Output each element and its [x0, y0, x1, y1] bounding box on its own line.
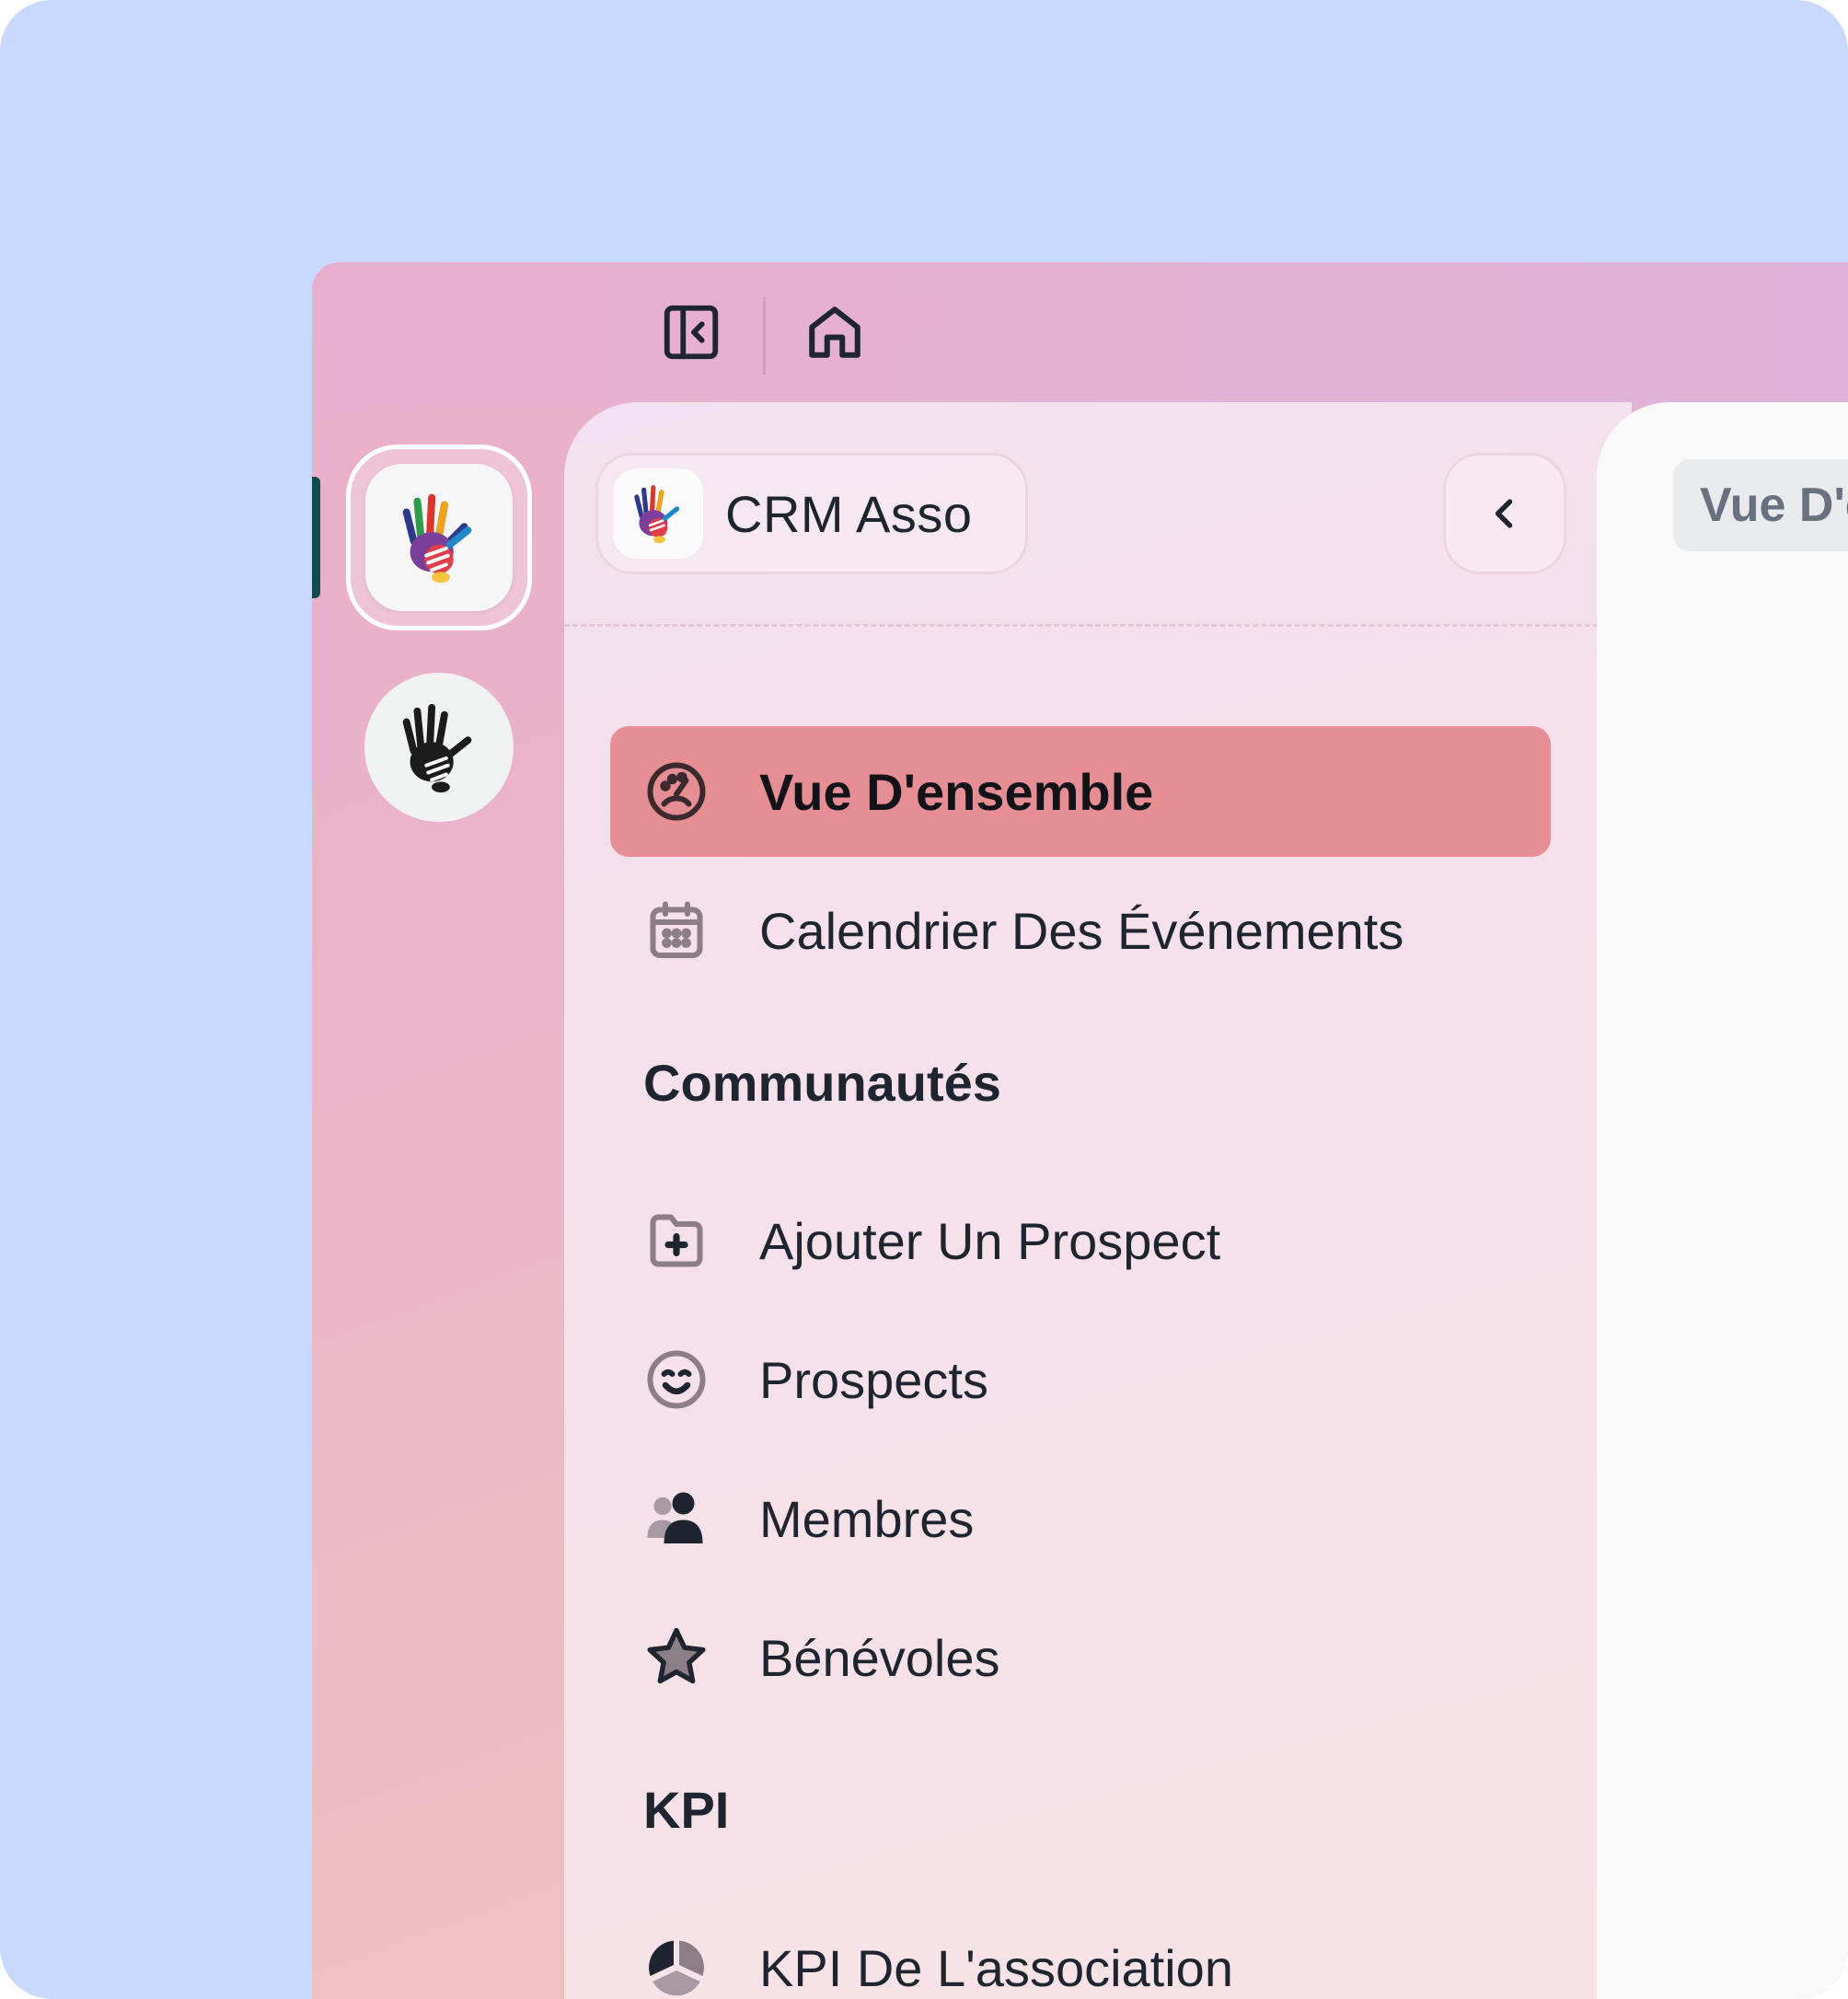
- screen-background: CRM Asso Vue D'ensemble Calendrier Des É…: [0, 0, 1848, 1999]
- calendar-icon: [643, 897, 710, 964]
- folder-plus-icon: [643, 1207, 710, 1274]
- page-title: Vue D'ensemble: [1700, 479, 1848, 532]
- sidebar-collapse-icon: [664, 305, 719, 360]
- workspace-secondary[interactable]: [364, 673, 514, 822]
- nav-item-label: Calendrier Des Événements: [759, 901, 1404, 960]
- colorful-hands-logo: [402, 493, 472, 584]
- section-title-communautes: Communautés: [643, 1054, 1001, 1112]
- nav-item-benevoles[interactable]: Bénévoles: [610, 1592, 1551, 1723]
- content-panel: Vue D'ensemble: [1597, 402, 1848, 1999]
- nav-item-label: KPI De L'association: [759, 1938, 1233, 1997]
- nav-item-label: Vue D'ensemble: [759, 762, 1154, 821]
- black-white-hands-logo: [402, 703, 472, 793]
- nav-item-prospects[interactable]: Prospects: [610, 1314, 1551, 1445]
- active-workspace-marker: [312, 477, 320, 598]
- nav-item-calendrier[interactable]: Calendrier Des Événements: [610, 865, 1551, 996]
- nav-item-label: Bénévoles: [759, 1628, 1000, 1687]
- page-title-chip: Vue D'ensemble: [1673, 459, 1848, 551]
- top-bar: [312, 262, 1848, 410]
- nav-item-kpi-association[interactable]: KPI De L'association: [610, 1902, 1551, 1999]
- dashboard-gauge-icon: [643, 758, 710, 825]
- users-icon: [643, 1485, 710, 1552]
- star-icon: [643, 1624, 710, 1691]
- navigation-panel: CRM Asso Vue D'ensemble Calendrier Des É…: [564, 402, 1632, 1999]
- nav-item-label: Ajouter Un Prospect: [759, 1211, 1221, 1270]
- chevron-left-icon: [1495, 499, 1513, 528]
- toolbar-divider: [763, 297, 766, 375]
- nav-item-label: Membres: [759, 1489, 975, 1548]
- organization-switcher[interactable]: CRM Asso: [595, 453, 1028, 574]
- nav-item-label: Prospects: [759, 1350, 988, 1409]
- smiley-icon: [643, 1346, 710, 1413]
- colorful-hands-logo: [634, 485, 680, 544]
- sidebar-toggle-button[interactable]: [654, 295, 728, 369]
- home-button[interactable]: [798, 295, 872, 369]
- organization-logo: [613, 468, 703, 559]
- organization-name: CRM Asso: [725, 484, 973, 543]
- pie-chart-icon: [643, 1935, 710, 1999]
- nav-item-vue-densemble[interactable]: Vue D'ensemble: [610, 726, 1551, 857]
- panel-divider: [564, 624, 1632, 627]
- home-icon: [809, 306, 860, 358]
- collapse-sidebar-button[interactable]: [1443, 453, 1566, 574]
- nav-item-ajouter-prospect[interactable]: Ajouter Un Prospect: [610, 1175, 1551, 1306]
- section-title-kpi: KPI: [643, 1781, 730, 1839]
- app-window: CRM Asso Vue D'ensemble Calendrier Des É…: [312, 262, 1848, 1999]
- workspace-crm-asso[interactable]: [365, 464, 513, 611]
- nav-item-membres[interactable]: Membres: [610, 1453, 1551, 1584]
